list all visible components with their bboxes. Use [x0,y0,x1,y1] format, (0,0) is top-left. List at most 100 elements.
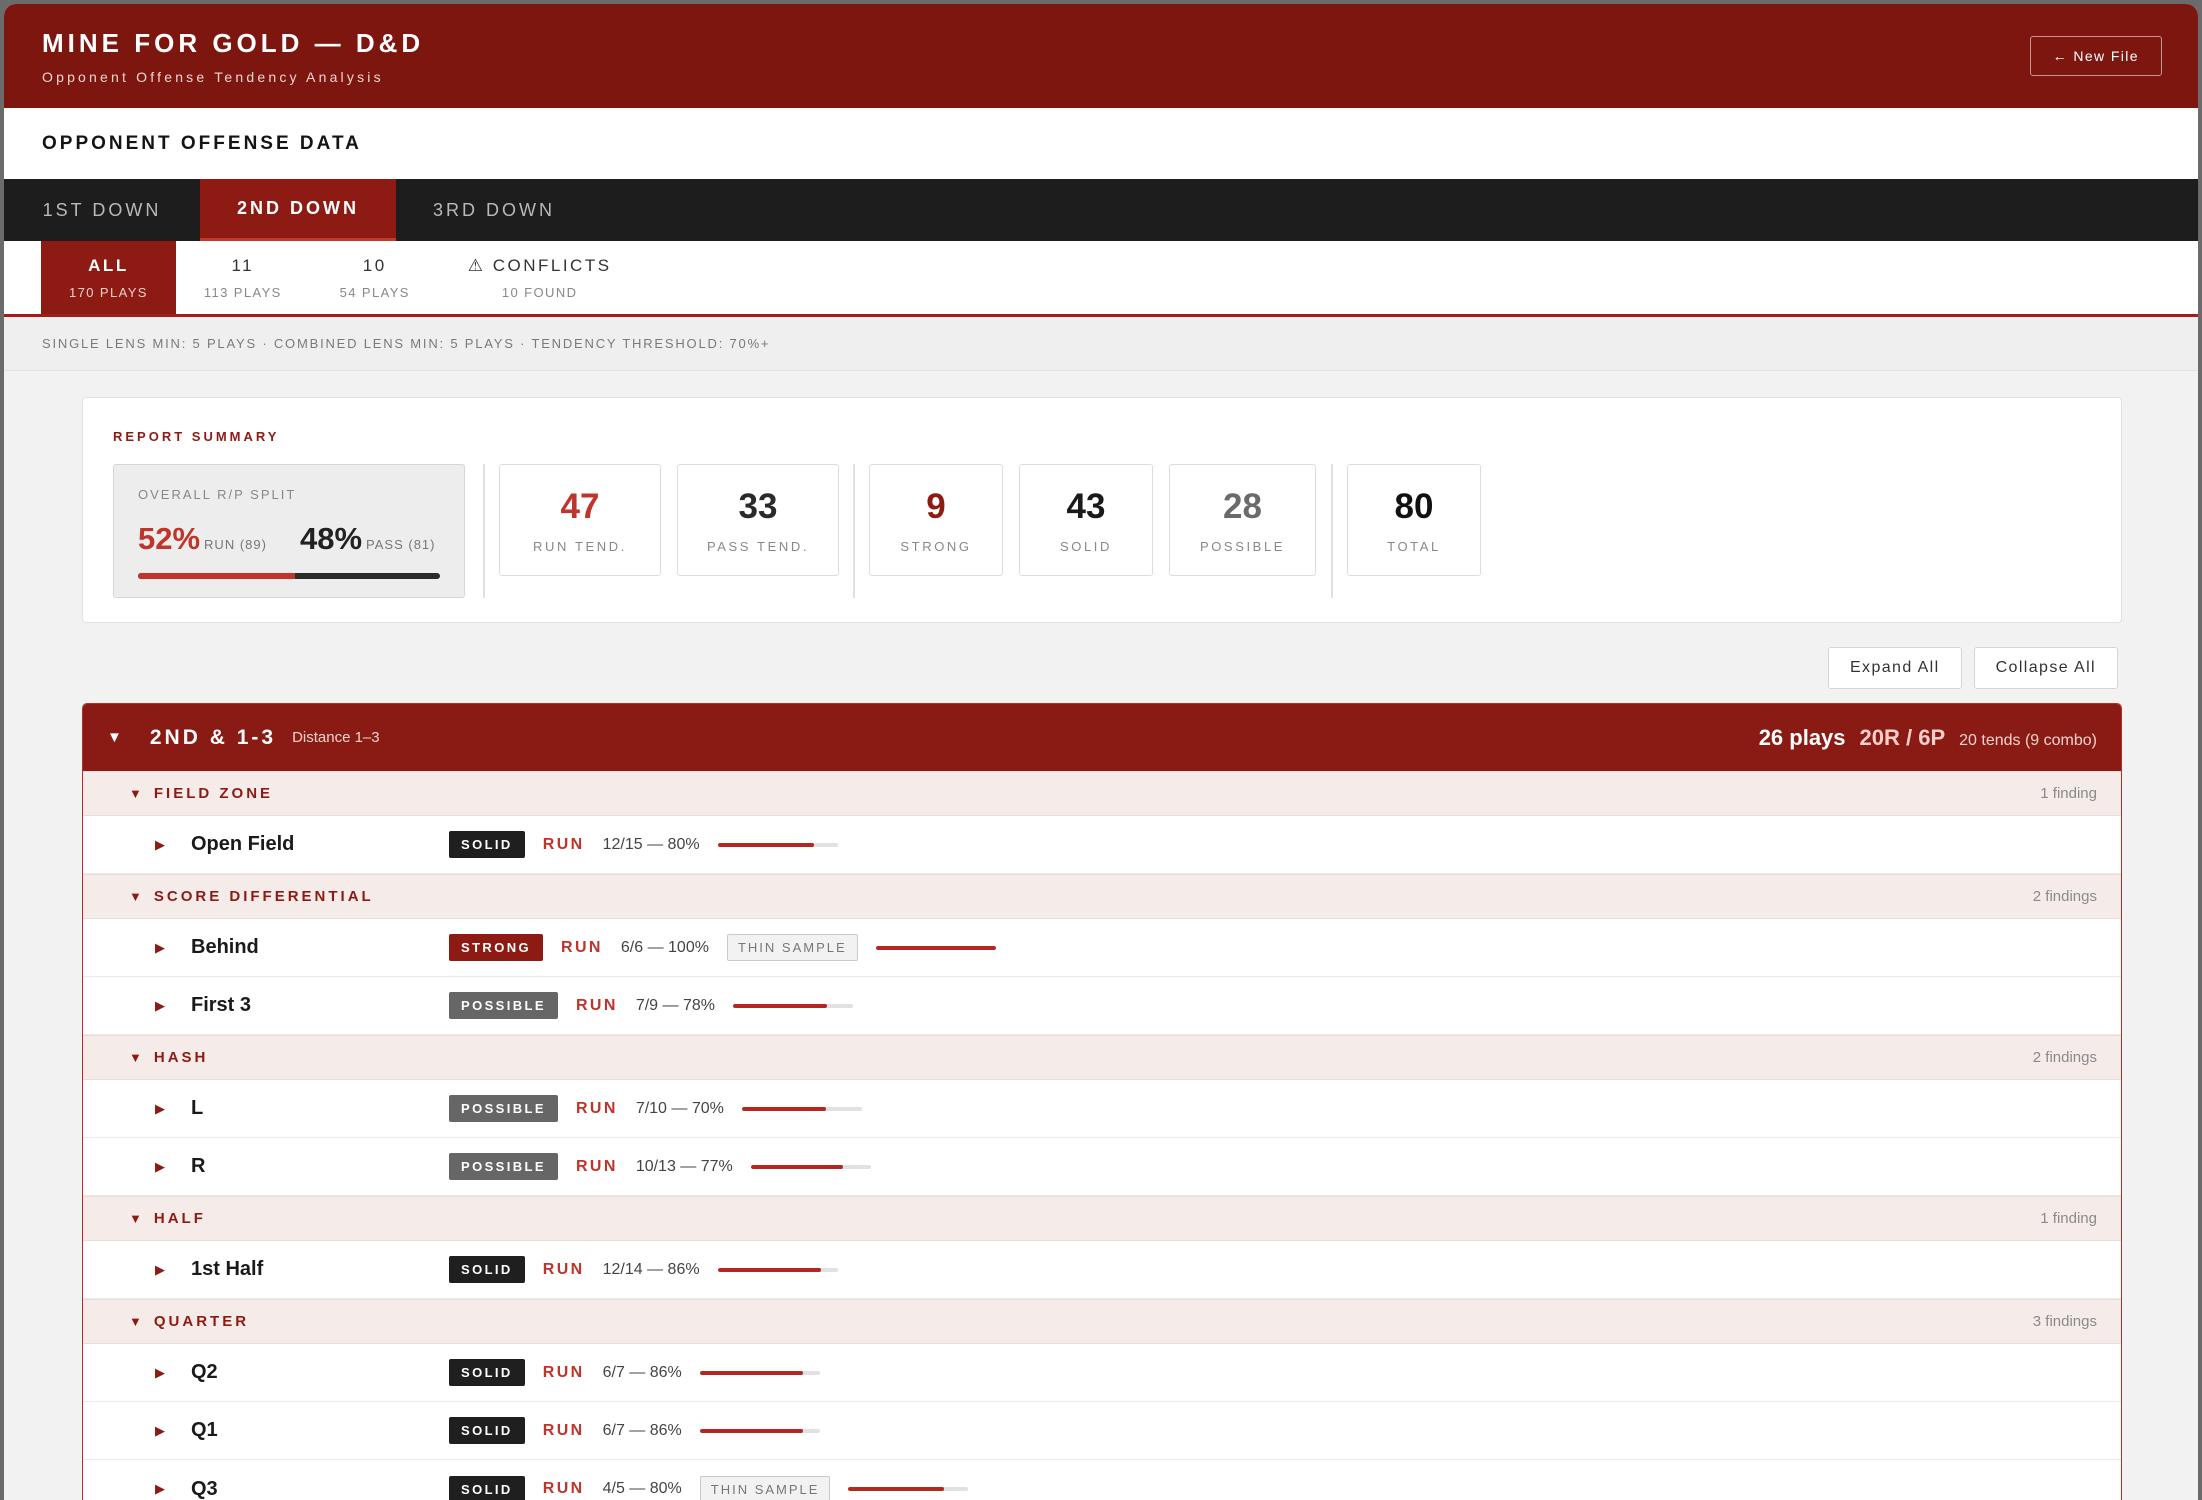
tendency-bar-fill [717,842,814,847]
thin-sample-badge: THIN SAMPLE [726,934,858,961]
report-summary-card: REPORT SUMMARY OVERALL R/P SPLIT 52% RUN … [82,397,2122,623]
category-finding-count: 3 findings [2032,1313,2097,1330]
stat-value: 43 [1066,486,1106,526]
tab-personnel-all[interactable]: ALL 170 PLAYS [41,241,176,314]
collapse-caret-icon[interactable]: ▼ [129,1050,142,1065]
situation-distance: Distance 1–3 [292,729,380,746]
finding-name: Q2 [191,1361,218,1383]
app-title: MINE FOR GOLD — D&D [42,27,425,58]
app-header: MINE FOR GOLD — D&D Opponent Offense Ten… [4,4,2198,108]
tab-count: 170 PLAYS [69,284,148,300]
confidence-badge: SOLID [449,831,525,858]
tendency-bar [875,945,996,950]
tendency-bar [732,1003,853,1008]
category-title: SCORE DIFFERENTIAL [153,888,374,905]
tendency-direction: RUN [542,835,585,853]
category-finding-count: 1 finding [2040,785,2097,802]
category-header[interactable]: ▼ HASH 2 findings [83,1035,2121,1080]
tendency-bar-fill [848,1487,945,1491]
tendency-bar-fill [717,1267,821,1272]
collapse-caret-icon[interactable]: ▼ [129,1314,142,1329]
expand-caret-icon[interactable]: ▶ [155,1481,191,1497]
summary-divider [853,464,855,598]
tab-label: ⚠ CONFLICTS [467,255,612,275]
situation-plays: 26 plays [1758,724,1846,750]
run-percent: 52% [138,521,201,556]
tendency-stat: 12/15 — 80% [602,835,700,853]
finding-name: Behind [191,936,259,958]
pass-split: 48% PASS (81) [300,521,436,557]
tendency-bar-fill [732,1003,827,1008]
collapse-caret-icon[interactable]: ▼ [129,786,142,801]
expand-caret-icon[interactable]: ▶ [155,1262,191,1278]
tendency-bar-fill [875,945,996,950]
finding-row[interactable]: ▶ Q3 SOLID RUN 4/5 — 80% THIN SAMPLE [83,1460,2121,1500]
stat-label: SOLID [1059,538,1112,554]
report-summary-label: REPORT SUMMARY [113,429,280,444]
category-header[interactable]: ▼ FIELD ZONE 1 finding [83,771,2121,816]
finding-row[interactable]: ▶ 1st Half SOLID RUN 12/14 — 86% [83,1241,2121,1299]
category-header[interactable]: ▼ QUARTER 3 findings [83,1299,2121,1344]
section-title-bar: OPPONENT OFFENSE DATA [4,108,2198,179]
situation-totals: 26 plays 20R / 6P 20 tends (9 combo) [1759,725,2097,751]
expand-caret-icon[interactable]: ▶ [155,837,191,853]
tab-conflicts[interactable]: ⚠ CONFLICTS 10 FOUND [440,241,640,314]
confidence-badge: SOLID [449,1256,525,1283]
expand-caret-icon[interactable]: ▶ [155,1365,191,1381]
pass-count: PASS (81) [366,537,436,552]
tab-personnel-10[interactable]: 10 54 PLAYS [310,241,440,314]
rp-split-label: OVERALL R/P SPLIT [138,487,297,502]
category-finding-count: 1 finding [2040,1210,2097,1227]
finding-row[interactable]: ▶ L POSSIBLE RUN 7/10 — 70% [83,1080,2121,1138]
category-title: FIELD ZONE [153,785,274,802]
app-subtitle: Opponent Offense Tendency Analysis [42,68,384,85]
collapse-all-button[interactable]: Collapse All [1973,647,2118,689]
confidence-badge: SOLID [449,1359,525,1386]
tendency-bar [848,1487,969,1491]
tendency-direction: RUN [575,996,618,1014]
expand-caret-icon[interactable]: ▶ [155,1101,191,1117]
expand-caret-icon[interactable]: ▶ [155,998,191,1014]
confidence-badge: POSSIBLE [449,1153,558,1180]
new-file-button[interactable]: ← New File [2029,36,2162,76]
stat-value: 33 [738,486,778,526]
tab-count: 10 FOUND [501,284,578,300]
tendency-stat: 10/13 — 77% [635,1157,733,1175]
finding-row[interactable]: ▶ Behind STRONG RUN 6/6 — 100% THIN SAMPLE [83,919,2121,977]
collapse-caret-icon[interactable]: ▼ [107,729,122,746]
tendency-stat: 6/7 — 86% [602,1421,682,1439]
stat-value: 28 [1223,486,1262,526]
tab-personnel-11[interactable]: 11 113 PLAYS [176,241,310,314]
stat-value: 80 [1394,486,1434,526]
expand-caret-icon[interactable]: ▶ [155,1423,191,1439]
app-window: MINE FOR GOLD — D&D Opponent Offense Ten… [4,4,2198,1500]
finding-row[interactable]: ▶ Q2 SOLID RUN 6/7 — 86% [83,1344,2121,1402]
tendency-bar-fill [741,1106,826,1111]
expand-all-button[interactable]: Expand All [1827,647,1962,689]
category-finding-count: 2 findings [2032,888,2097,905]
tab-3rd-down[interactable]: 3RD DOWN [396,179,592,241]
tab-label: ALL [88,255,129,275]
tab-1st-down[interactable]: 1ST DOWN [4,179,200,241]
rp-split-bar [138,573,440,579]
expand-caret-icon[interactable]: ▶ [155,940,191,956]
finding-row[interactable]: ▶ Q1 SOLID RUN 6/7 — 86% [83,1402,2121,1460]
expand-caret-icon[interactable]: ▶ [155,1159,191,1175]
collapse-caret-icon[interactable]: ▼ [129,889,142,904]
category-header[interactable]: ▼ HALF 1 finding [83,1196,2121,1241]
stat-strong: 9 STRONG [869,464,1003,576]
threshold-settings: SINGLE LENS MIN: 5 PLAYS · COMBINED LENS… [4,317,2198,371]
category-header[interactable]: ▼ SCORE DIFFERENTIAL 2 findings [83,874,2121,919]
tab-2nd-down[interactable]: 2ND DOWN [200,179,396,241]
tendency-direction: RUN [542,1260,585,1278]
stat-run-tendencies: 47 RUN TEND. [499,464,661,576]
collapse-caret-icon[interactable]: ▼ [129,1211,142,1226]
tendency-stat: 4/5 — 80% [602,1480,682,1497]
stat-label: POSSIBLE [1199,538,1286,554]
situation-group-header[interactable]: ▼ 2ND & 1-3 Distance 1–3 26 plays 20R / … [83,704,2121,771]
finding-row[interactable]: ▶ First 3 POSSIBLE RUN 7/9 — 78% [83,977,2121,1035]
finding-row[interactable]: ▶ Open Field SOLID RUN 12/15 — 80% [83,816,2121,874]
finding-row[interactable]: ▶ R POSSIBLE RUN 10/13 — 77% [83,1138,2121,1196]
rp-split-box: OVERALL R/P SPLIT 52% RUN (89) 48% PASS (8… [113,464,465,598]
tendency-stat: 6/7 — 86% [602,1363,682,1381]
